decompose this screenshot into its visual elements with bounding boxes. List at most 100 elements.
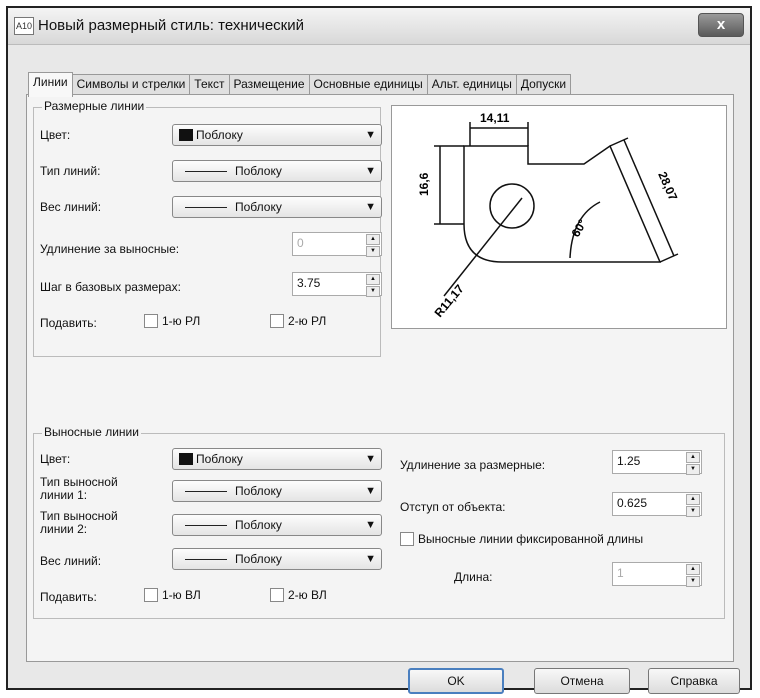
chevron-down-icon: ▼ bbox=[365, 201, 376, 213]
tab-tolerances[interactable]: Допуски bbox=[515, 74, 572, 96]
app-icon: A10 bbox=[14, 17, 34, 35]
dim-lines-group: Размерные линии Цвет: Поблоку ▼ Тип лини… bbox=[33, 99, 382, 357]
tab-lines[interactable]: Линии bbox=[28, 72, 73, 97]
preview-dim-top: 14,11 bbox=[480, 111, 510, 125]
offset-from-origin-label: Отступ от объекта: bbox=[400, 500, 506, 514]
line-sample bbox=[185, 207, 227, 208]
spin-up-icon[interactable]: ▲ bbox=[686, 452, 700, 463]
cancel-button[interactable]: Отмена bbox=[534, 668, 630, 694]
dim-suppress-label: Подавить: bbox=[40, 316, 97, 330]
baseline-spacing-value: 3.75 bbox=[297, 276, 321, 290]
dialog-window: A10 Новый размерный стиль: технический x… bbox=[6, 6, 752, 694]
tab-symbols-arrows[interactable]: Символы и стрелки bbox=[71, 74, 191, 96]
spin-down-icon[interactable]: ▼ bbox=[686, 576, 700, 587]
ext-lines-group-label: Выносные линии bbox=[42, 425, 141, 439]
suppress-dim-line-2-checkbox[interactable] bbox=[270, 314, 284, 328]
chevron-down-icon: ▼ bbox=[365, 165, 376, 177]
ext-lineweight-select[interactable]: Поблоку ▼ bbox=[172, 548, 382, 570]
ext-linetype1-value: Поблоку bbox=[235, 484, 282, 498]
offset-from-origin-input[interactable]: 0.625 ▲ ▼ bbox=[612, 492, 702, 517]
dim-lines-group-label: Размерные линии bbox=[42, 99, 147, 113]
ext-lines-group: Выносные линии Цвет: Поблоку ▼ Тип вынос… bbox=[33, 425, 725, 619]
suppress-ext-line-1-label: 1-ю ВЛ bbox=[162, 588, 201, 602]
extend-beyond-ticks-input[interactable]: 0 ▲ ▼ bbox=[292, 232, 382, 257]
spin-up-icon[interactable]: ▲ bbox=[686, 564, 700, 575]
spin-down-icon[interactable]: ▼ bbox=[686, 506, 700, 517]
ext-color-select[interactable]: Поблоку ▼ bbox=[172, 448, 382, 470]
dim-color-value: Поблоку bbox=[196, 128, 243, 142]
length-value: 1 bbox=[617, 566, 624, 580]
tab-primary-units[interactable]: Основные единицы bbox=[308, 74, 428, 96]
suppress-dim-line-1-label: 1-ю РЛ bbox=[162, 314, 201, 328]
length-label: Длина: bbox=[454, 570, 493, 584]
help-button[interactable]: Справка bbox=[648, 668, 740, 694]
dim-lineweight-label: Вес линий: bbox=[40, 200, 102, 214]
suppress-ext-line-2-label: 2-ю ВЛ bbox=[288, 588, 327, 602]
preview-dim-left: 16,6 bbox=[417, 172, 431, 196]
tab-strip: Линии Символы и стрелки Текст Размещение… bbox=[28, 72, 572, 97]
tab-alt-units[interactable]: Альт. единицы bbox=[426, 74, 517, 96]
dialog-client: Линии Символы и стрелки Текст Размещение… bbox=[16, 48, 742, 694]
extend-beyond-ticks-label: Удлинение за выносные: bbox=[40, 242, 180, 256]
offset-from-origin-value: 0.625 bbox=[617, 496, 648, 510]
baseline-spacing-input[interactable]: 3.75 ▲ ▼ bbox=[292, 272, 382, 297]
chevron-down-icon: ▼ bbox=[365, 553, 376, 565]
dim-linetype-select[interactable]: Поблоку ▼ bbox=[172, 160, 382, 182]
dim-lineweight-select[interactable]: Поблоку ▼ bbox=[172, 196, 382, 218]
preview-drawing: 14,11 16,6 28,07 60° R11,17 bbox=[417, 111, 680, 320]
ok-button[interactable]: OK bbox=[408, 668, 504, 694]
window-title: Новый размерный стиль: технический bbox=[38, 17, 304, 34]
color-swatch bbox=[179, 129, 193, 141]
fixed-length-label: Выносные линии фиксированной длины bbox=[418, 532, 644, 546]
spin-up-icon[interactable]: ▲ bbox=[686, 494, 700, 505]
ext-linetype1-label: Тип выносной линии 1: bbox=[40, 475, 118, 502]
ext-lineweight-value: Поблоку bbox=[235, 552, 282, 566]
spin-down-icon[interactable]: ▼ bbox=[366, 286, 380, 297]
close-button[interactable]: x bbox=[698, 13, 744, 37]
line-sample bbox=[185, 559, 227, 560]
line-sample bbox=[185, 525, 227, 526]
extend-beyond-ticks-value: 0 bbox=[297, 236, 304, 250]
tab-fit[interactable]: Размещение bbox=[228, 74, 310, 96]
ext-linetype2-select[interactable]: Поблоку ▼ bbox=[172, 514, 382, 536]
preview-pane: 14,11 16,6 28,07 60° R11,17 bbox=[391, 105, 727, 329]
suppress-ext-line-2-checkbox[interactable] bbox=[270, 588, 284, 602]
chevron-down-icon: ▼ bbox=[365, 485, 376, 497]
ext-lineweight-label: Вес линий: bbox=[40, 554, 102, 568]
ext-linetype2-value: Поблоку bbox=[235, 518, 282, 532]
extend-beyond-dim-value: 1.25 bbox=[617, 454, 641, 468]
extend-beyond-dim-input[interactable]: 1.25 ▲ ▼ bbox=[612, 450, 702, 475]
chevron-down-icon: ▼ bbox=[365, 519, 376, 531]
dim-lineweight-value: Поблоку bbox=[235, 200, 282, 214]
fixed-length-checkbox[interactable] bbox=[400, 532, 414, 546]
spin-up-icon[interactable]: ▲ bbox=[366, 234, 380, 245]
tab-panel-lines: Размерные линии Цвет: Поблоку ▼ Тип лини… bbox=[26, 94, 734, 662]
ext-color-label: Цвет: bbox=[40, 452, 71, 466]
chevron-down-icon: ▼ bbox=[365, 453, 376, 465]
suppress-dim-line-1-checkbox[interactable] bbox=[144, 314, 158, 328]
preview-dim-angle: 60° bbox=[568, 217, 589, 240]
suppress-ext-line-1-checkbox[interactable] bbox=[144, 588, 158, 602]
preview-dim-radius: R11,17 bbox=[432, 282, 467, 320]
ext-color-value: Поблоку bbox=[196, 452, 243, 466]
suppress-dim-line-2-label: 2-ю РЛ bbox=[288, 314, 327, 328]
color-swatch bbox=[179, 453, 193, 465]
dim-linetype-value: Поблоку bbox=[235, 164, 282, 178]
ext-suppress-label: Подавить: bbox=[40, 590, 97, 604]
tab-text[interactable]: Текст bbox=[189, 74, 230, 96]
length-input[interactable]: 1 ▲ ▼ bbox=[612, 562, 702, 587]
line-sample bbox=[185, 171, 227, 172]
line-sample bbox=[185, 491, 227, 492]
chevron-down-icon: ▼ bbox=[365, 129, 376, 141]
baseline-spacing-label: Шаг в базовых размерах: bbox=[40, 280, 181, 294]
title-bar: A10 Новый размерный стиль: технический x bbox=[8, 8, 750, 45]
ext-linetype2-label: Тип выносной линии 2: bbox=[40, 509, 118, 536]
dim-color-label: Цвет: bbox=[40, 128, 71, 142]
dim-color-select[interactable]: Поблоку ▼ bbox=[172, 124, 382, 146]
spin-down-icon[interactable]: ▼ bbox=[686, 464, 700, 475]
ext-linetype1-select[interactable]: Поблоку ▼ bbox=[172, 480, 382, 502]
preview-dim-right: 28,07 bbox=[655, 170, 680, 203]
spin-down-icon[interactable]: ▼ bbox=[366, 246, 380, 257]
spin-up-icon[interactable]: ▲ bbox=[366, 274, 380, 285]
extend-beyond-dim-label: Удлинение за размерные: bbox=[400, 458, 546, 472]
